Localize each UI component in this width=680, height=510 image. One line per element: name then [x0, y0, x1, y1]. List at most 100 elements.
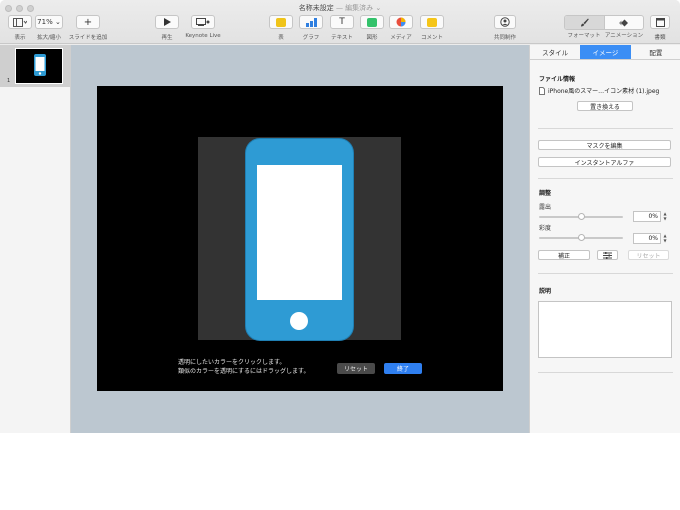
- slide-canvas[interactable]: 透明にしたいカラーをクリックします。 類似のカラーを透明にするにはドラッグします…: [71, 45, 529, 433]
- toolbar: 名称未設定 — 編集済み ⌄ 表示 71% ⌄ 拡大/縮小 + スライドを追加 …: [0, 0, 680, 44]
- exposure-field[interactable]: 0%: [633, 211, 661, 222]
- instant-alpha-reset-button[interactable]: リセット: [337, 363, 375, 374]
- media-icon: [396, 17, 406, 27]
- document-name: 名称未設定: [298, 4, 334, 12]
- exposure-label: 露出: [539, 204, 552, 211]
- shape-control[interactable]: 図形: [360, 15, 384, 41]
- document-icon: [655, 17, 665, 27]
- chart-control[interactable]: グラフ: [299, 15, 323, 41]
- edit-mask-button[interactable]: マスクを編集: [538, 140, 671, 150]
- table-icon: [276, 17, 286, 27]
- smartphone-image: [245, 138, 354, 341]
- description-heading: 説明: [539, 288, 552, 295]
- saturation-slider[interactable]: [539, 234, 623, 241]
- table-button[interactable]: [269, 15, 293, 29]
- keynote-live-button[interactable]: [191, 15, 215, 29]
- plus-icon: +: [83, 16, 93, 28]
- keynote-live-icon: [196, 18, 210, 26]
- format-label-wrap: フォーマット: [564, 31, 604, 39]
- zoom-control[interactable]: 71% ⌄ 拡大/縮小: [34, 15, 64, 41]
- play-icon: [163, 18, 171, 26]
- saturation-stepper[interactable]: ▲ ▼: [662, 233, 668, 244]
- animate-button[interactable]: [603, 16, 644, 29]
- comment-icon: [427, 17, 437, 27]
- comment-control[interactable]: コメント: [419, 15, 445, 41]
- phone-home-button: [290, 312, 308, 330]
- saturation-field[interactable]: 0%: [633, 233, 661, 244]
- inspector-switcher: [564, 15, 644, 30]
- animate-label-wrap: アニメーション: [602, 31, 646, 39]
- saturation-slider-knob[interactable]: [578, 234, 585, 241]
- inspector-tabs: スタイル イメージ 配置: [530, 45, 680, 60]
- adjust-heading: 調整: [539, 190, 552, 197]
- tab-image[interactable]: イメージ: [580, 45, 631, 59]
- add-slide-control[interactable]: + スライドを追加: [68, 15, 108, 41]
- saturation-label: 彩度: [539, 225, 552, 232]
- tab-style[interactable]: スタイル: [530, 45, 580, 59]
- keynote-live-label: Keynote Live: [185, 33, 221, 39]
- zoom-select[interactable]: 71% ⌄: [35, 15, 63, 29]
- file-icon: [539, 86, 545, 95]
- instant-alpha-button[interactable]: インスタントアルファ: [538, 157, 671, 167]
- comment-label: コメント: [420, 35, 443, 41]
- animate-label: アニメーション: [604, 33, 644, 39]
- description-field[interactable]: [538, 301, 672, 358]
- text-button[interactable]: T: [330, 15, 354, 29]
- reset-adjustments-button[interactable]: リセット: [628, 250, 669, 260]
- animate-icon: [618, 19, 628, 26]
- phone-thumbnail-icon: [34, 54, 46, 76]
- edited-status: — 編集済み ⌄: [335, 4, 382, 12]
- tab-arrange[interactable]: 配置: [631, 45, 680, 59]
- add-slide-button[interactable]: +: [76, 15, 100, 29]
- format-label: フォーマット: [567, 33, 601, 39]
- divider: [538, 273, 673, 274]
- text-icon: T: [339, 17, 345, 27]
- window-title: 名称未設定 — 編集済み ⌄: [0, 3, 680, 13]
- media-control[interactable]: メディア: [389, 15, 413, 41]
- chart-label: グラフ: [302, 35, 320, 41]
- collaborate-icon: [500, 17, 510, 27]
- view-label: 表示: [14, 35, 26, 41]
- enhance-button[interactable]: 補正: [538, 250, 590, 260]
- keynote-live-control[interactable]: Keynote Live: [183, 15, 223, 39]
- document-label: 書類: [654, 35, 666, 41]
- comment-button[interactable]: [420, 15, 444, 29]
- slide-thumbnail-selected[interactable]: 1: [0, 45, 70, 87]
- shape-label: 図形: [366, 35, 378, 41]
- divider: [538, 178, 673, 179]
- view-button[interactable]: [8, 15, 32, 29]
- phone-screen: [257, 165, 342, 300]
- slide-navigator: 1: [0, 45, 71, 433]
- document-control[interactable]: 書類: [649, 15, 671, 41]
- play-button[interactable]: [155, 15, 179, 29]
- replace-button[interactable]: 置き換える: [577, 101, 633, 111]
- zoom-label: 拡大/縮小: [37, 35, 61, 41]
- table-control[interactable]: 表: [269, 15, 293, 41]
- table-label: 表: [278, 35, 284, 41]
- chart-button[interactable]: [299, 15, 323, 29]
- file-name: iPhone風のスマー…イコン素材 (1).jpeg: [548, 88, 660, 95]
- exposure-slider-knob[interactable]: [578, 213, 585, 220]
- view-control[interactable]: 表示: [7, 15, 33, 41]
- image-object[interactable]: [198, 137, 401, 341]
- media-button[interactable]: [389, 15, 413, 29]
- chart-icon: [305, 17, 317, 27]
- document-button[interactable]: [650, 15, 670, 29]
- slide-number: 1: [7, 78, 11, 84]
- instant-alpha-done-button[interactable]: 終了: [384, 363, 422, 374]
- keynote-window: 名称未設定 — 編集済み ⌄ 表示 71% ⌄ 拡大/縮小 + スライドを追加 …: [0, 0, 680, 433]
- text-control[interactable]: T テキスト: [328, 15, 356, 41]
- format-inspector: スタイル イメージ 配置 ファイル情報 iPhone風のスマー…イコン素材 (1…: [529, 45, 680, 433]
- collaborate-button[interactable]: [494, 15, 516, 29]
- adjust-levels-button[interactable]: [597, 250, 618, 260]
- collaborate-control[interactable]: 共同制作: [493, 15, 517, 41]
- instant-alpha-message: 透明にしたいカラーをクリックします。 類似のカラーを透明にするにはドラッグします…: [178, 358, 309, 376]
- slide[interactable]: 透明にしたいカラーをクリックします。 類似のカラーを透明にするにはドラッグします…: [97, 86, 503, 391]
- play-control[interactable]: 再生: [155, 15, 179, 41]
- format-button[interactable]: [565, 16, 604, 29]
- exposure-slider[interactable]: [539, 213, 623, 220]
- slide-thumbnail[interactable]: [15, 48, 63, 84]
- shape-button[interactable]: [360, 15, 384, 29]
- sliders-icon: [603, 251, 612, 259]
- exposure-stepper[interactable]: ▲ ▼: [662, 211, 668, 222]
